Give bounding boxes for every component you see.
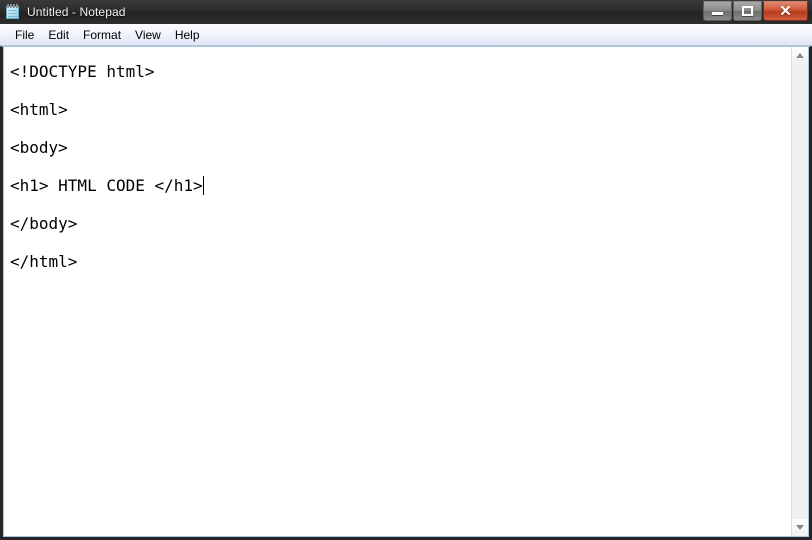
menu-bar: File Edit Format View Help: [0, 24, 812, 46]
scroll-up-icon: [796, 53, 804, 58]
editor-line-text: <body>: [10, 138, 68, 157]
close-button[interactable]: ✕: [763, 1, 808, 21]
editor-line: </body>: [10, 205, 791, 243]
close-icon: ✕: [779, 2, 792, 20]
scroll-up-button[interactable]: [792, 47, 808, 64]
title-bar[interactable]: Untitled - Notepad ✕: [0, 0, 812, 24]
notepad-window: Untitled - Notepad ✕ File Edit Format Vi…: [0, 0, 812, 540]
window-title: Untitled - Notepad: [27, 5, 126, 19]
editor-line: <h1> HTML CODE </h1>: [10, 167, 791, 205]
editor-line: <!DOCTYPE html>: [10, 53, 791, 91]
editor-line: <html>: [10, 91, 791, 129]
text-caret: [202, 176, 204, 195]
scrollbar-track[interactable]: [792, 64, 808, 519]
client-inner: <!DOCTYPE html> <html> <body> <h1> HTML …: [3, 47, 809, 537]
client-area: <!DOCTYPE html> <html> <body> <h1> HTML …: [0, 46, 812, 540]
editor-line: </html>: [10, 243, 791, 281]
editor-line-text: <!DOCTYPE html>: [10, 62, 155, 81]
editor-line-text: <html>: [10, 100, 68, 119]
menu-item-view[interactable]: View: [128, 26, 168, 44]
editor-line: <body>: [10, 129, 791, 167]
editor-line-text: </html>: [10, 252, 78, 271]
menu-item-format[interactable]: Format: [76, 26, 128, 44]
editor-line-text: <h1> HTML CODE </h1>: [10, 176, 203, 195]
notepad-icon: [5, 4, 21, 20]
menu-item-edit[interactable]: Edit: [41, 26, 76, 44]
vertical-scrollbar[interactable]: [791, 47, 808, 536]
menu-item-file[interactable]: File: [8, 26, 41, 44]
scroll-down-icon: [796, 525, 804, 530]
text-editor[interactable]: <!DOCTYPE html> <html> <body> <h1> HTML …: [4, 47, 791, 536]
minimize-icon: [712, 12, 723, 15]
minimize-button[interactable]: [703, 1, 732, 21]
editor-line-text: </body>: [10, 214, 78, 233]
maximize-icon: [742, 6, 753, 16]
maximize-button[interactable]: [733, 1, 762, 21]
window-controls: ✕: [702, 1, 808, 22]
scroll-down-button[interactable]: [792, 519, 808, 536]
menu-item-help[interactable]: Help: [168, 26, 207, 44]
